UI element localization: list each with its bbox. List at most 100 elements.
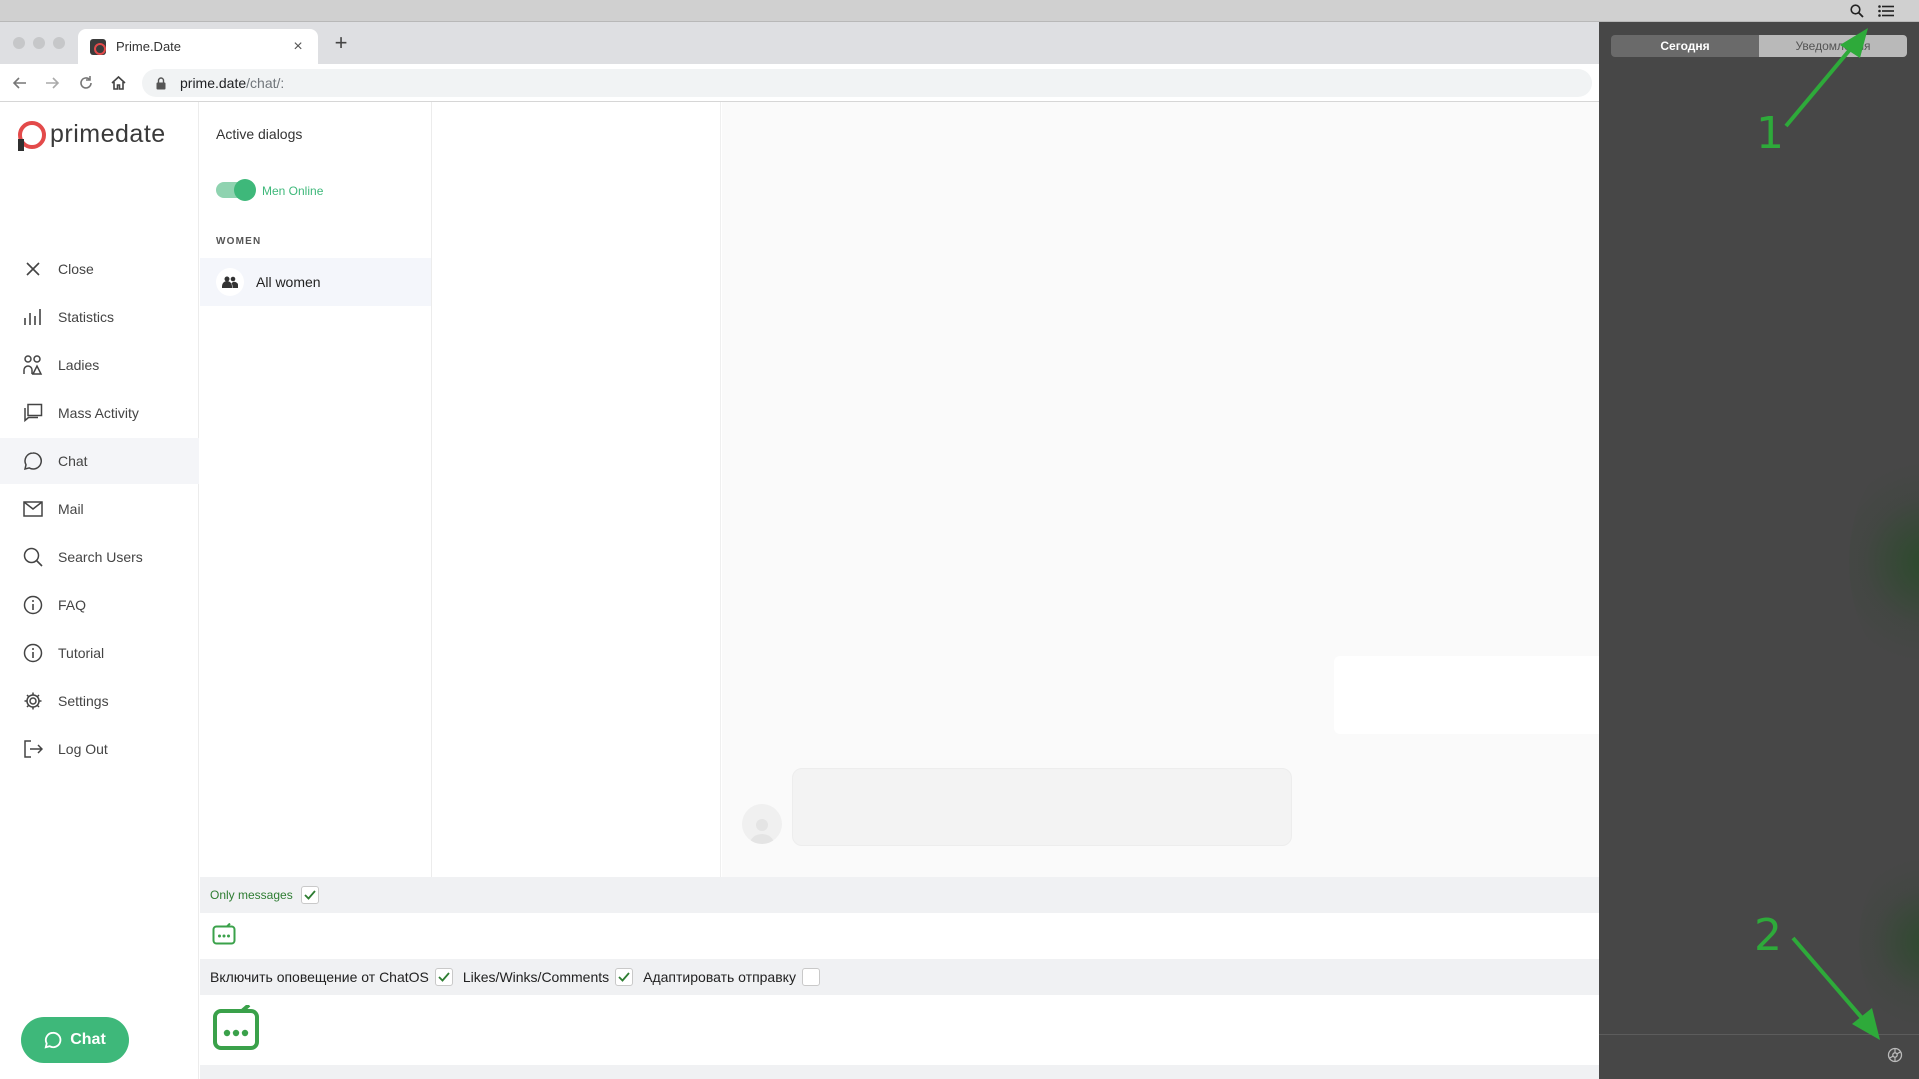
all-women-item[interactable]: All women: [200, 258, 431, 306]
sidebar-item-label: Log Out: [58, 741, 108, 757]
likes-winks-checkbox[interactable]: [615, 968, 634, 986]
adapt-send-checkbox[interactable]: [801, 968, 820, 986]
ladies-icon: [22, 354, 44, 376]
tab-title: Prime.Date: [116, 39, 182, 54]
sidebar-item-label: Mail: [58, 501, 84, 517]
sidebar-item-label: Ladies: [58, 357, 100, 373]
notification-options-row: Включить оповещение от ChatOS Likes/Wink…: [200, 959, 1599, 995]
sidebar-item-label: Mass Activity: [58, 405, 139, 421]
mac-menubar: [0, 0, 1919, 22]
sidebar-item-chat[interactable]: Chat: [0, 438, 199, 484]
sidebar-item-label: Settings: [58, 693, 109, 709]
chat-button-label: Chat: [70, 1031, 106, 1048]
annotation-number-2: 2: [1754, 910, 1782, 961]
address-bar[interactable]: prime.date/chat/:: [142, 69, 1592, 97]
sidebar-item-mail[interactable]: Mail: [0, 486, 199, 532]
back-button[interactable]: [10, 73, 30, 93]
chatos-small-icon[interactable]: [212, 922, 236, 950]
app-window: primedate Close Statistics Ladies Mass A: [0, 102, 1599, 1079]
message-bubble-outgoing: [1334, 656, 1599, 734]
men-online-toggle[interactable]: [216, 179, 256, 201]
chatos-notify-checkbox[interactable]: [434, 968, 453, 986]
adapt-send-label: Адаптировать отправку: [643, 969, 796, 985]
chat-area: [722, 102, 1599, 877]
chatos-large-icon[interactable]: [212, 1002, 260, 1056]
window-minimize-dot[interactable]: [33, 37, 45, 49]
tab-today[interactable]: Сегодня: [1611, 35, 1759, 57]
women-section-label: WOMEN: [216, 236, 262, 247]
notification-center-icon[interactable]: [1877, 2, 1895, 20]
info-icon: [22, 594, 44, 616]
info-icon: [22, 642, 44, 664]
notification-center-tabs: Сегодня Уведомления: [1611, 35, 1907, 57]
only-messages-row: Only messages: [200, 877, 1599, 913]
primedate-logo[interactable]: primedate: [18, 120, 166, 151]
gear-icon[interactable]: [1886, 1046, 1904, 1064]
annotation-number-1: 1: [1756, 108, 1784, 159]
sidebar-item-tutorial[interactable]: Tutorial: [0, 630, 199, 676]
only-messages-checkbox[interactable]: [300, 886, 319, 904]
chat-floating-button[interactable]: Chat: [21, 1017, 129, 1063]
tab-close-icon[interactable]: ×: [290, 38, 306, 56]
bar-chart-icon: [22, 306, 44, 328]
browser-tab[interactable]: Prime.Date ×: [78, 29, 318, 64]
extension-row-1: [200, 913, 1599, 959]
only-messages-label: Only messages: [210, 888, 293, 902]
url-host: prime.date: [180, 75, 247, 91]
all-women-label: All women: [256, 274, 321, 290]
sidebar-item-statistics[interactable]: Statistics: [0, 294, 199, 340]
sidebar-item-close[interactable]: Close: [0, 246, 199, 292]
favicon-icon: [90, 38, 106, 55]
sidebar-item-log-out[interactable]: Log Out: [0, 726, 199, 772]
window-zoom-dot[interactable]: [53, 37, 65, 49]
sidebar-item-search-users[interactable]: Search Users: [0, 534, 199, 580]
lock-icon: [156, 76, 168, 90]
sidebar-item-label: Statistics: [58, 309, 115, 325]
desktop-blur-glow: [1859, 842, 1919, 1042]
dialogs-panel: Active dialogs Men Online WOMEN All wome…: [200, 102, 432, 877]
forward-button[interactable]: [42, 73, 62, 93]
mail-icon: [22, 498, 44, 520]
panel-divider: [1599, 1034, 1919, 1035]
window-close-dot[interactable]: [13, 37, 25, 49]
browser-tab-bar: Prime.Date × +: [0, 22, 1599, 64]
search-icon: [22, 546, 44, 568]
sidebar-item-settings[interactable]: Settings: [0, 678, 199, 724]
avatar: [742, 804, 782, 844]
sidebar-item-label: Chat: [58, 453, 88, 469]
dialogs-title: Active dialogs: [216, 126, 303, 142]
url-path: /chat/:: [246, 75, 285, 91]
new-tab-button[interactable]: +: [330, 32, 352, 54]
close-icon: [22, 258, 44, 280]
browser-toolbar: prime.date/chat/:: [0, 64, 1599, 102]
extension-row-2: [200, 995, 1599, 1065]
chat-bubble-icon: [44, 1031, 62, 1049]
sidebar-item-mass-activity[interactable]: Mass Activity: [0, 390, 199, 436]
gear-icon: [22, 690, 44, 712]
chat-bottom-panel: Only messages Включить оповещение от Cha…: [200, 877, 1599, 1079]
sidebar-item-ladies[interactable]: Ladies: [0, 342, 199, 388]
chatos-notify-label: Включить оповещение от ChatOS: [210, 969, 429, 985]
conversation-list: [433, 102, 721, 877]
chat-bubble-icon: [22, 450, 44, 472]
sidebar-item-label: Close: [58, 261, 94, 277]
likes-winks-label: Likes/Winks/Comments: [462, 969, 610, 985]
sidebar-item-label: Tutorial: [58, 645, 105, 661]
logout-icon: [22, 738, 44, 760]
desktop-blur-glow: [1849, 442, 1919, 682]
men-online-label: Men Online: [262, 184, 324, 198]
sidebar-item-label: FAQ: [58, 597, 87, 613]
home-button[interactable]: [108, 73, 128, 93]
mass-activity-icon: [22, 402, 44, 424]
sidebar-item-faq[interactable]: FAQ: [0, 582, 199, 628]
reload-button[interactable]: [76, 73, 96, 93]
sidebar-item-label: Search Users: [58, 549, 143, 565]
logo-mark-icon: [18, 120, 46, 151]
toggle-knob: [234, 179, 256, 201]
group-icon: [216, 268, 244, 296]
message-bubble-incoming: [792, 768, 1292, 846]
tab-notifications[interactable]: Уведомления: [1759, 35, 1907, 57]
logo-text: primedate: [50, 120, 166, 148]
sidebar: primedate Close Statistics Ladies Mass A: [0, 102, 199, 1079]
spotlight-search-icon[interactable]: [1848, 2, 1866, 20]
